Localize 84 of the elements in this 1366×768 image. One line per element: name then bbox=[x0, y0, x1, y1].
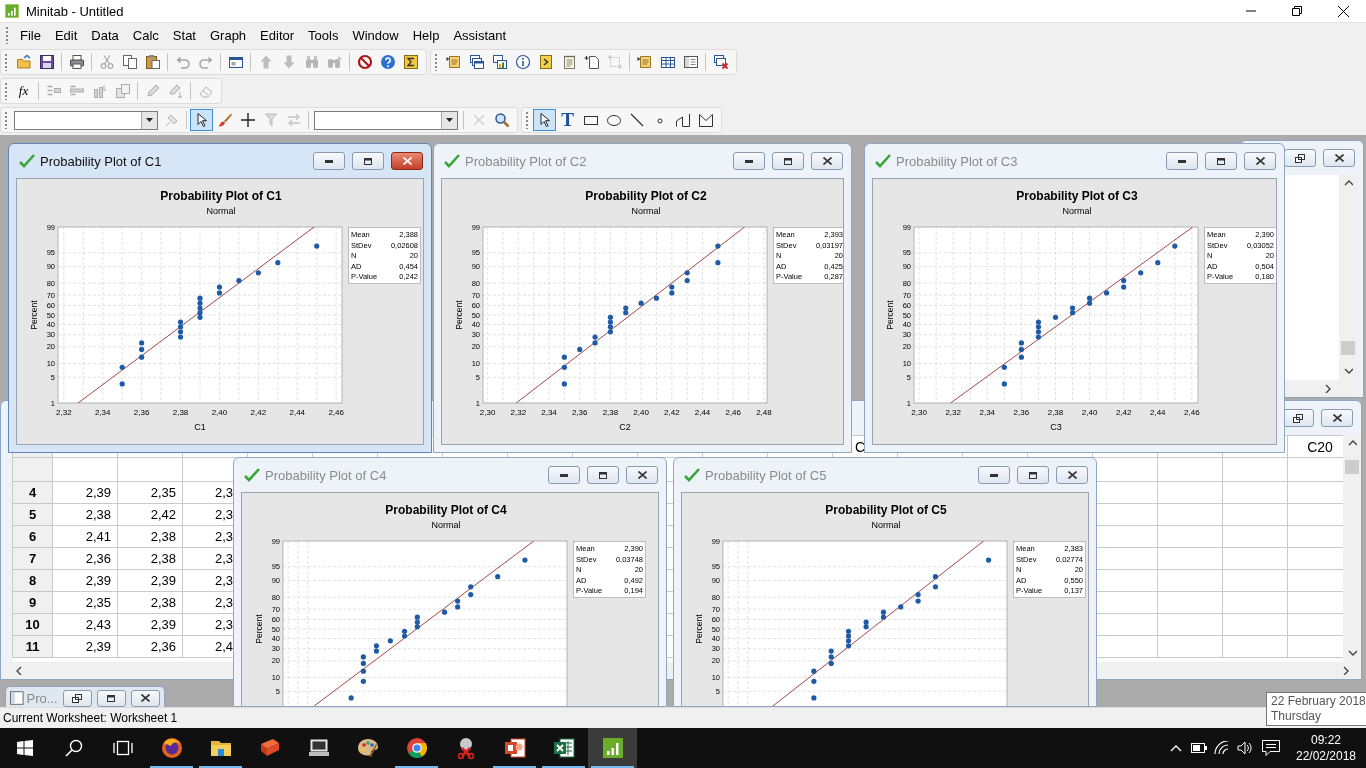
menu-item[interactable]: Calc bbox=[125, 25, 166, 45]
x-tick-label: 2,38 bbox=[172, 408, 189, 417]
clock[interactable]: 09:22 22/02/2018 bbox=[1286, 728, 1366, 768]
x-tick-label: 2,40 bbox=[633, 408, 649, 417]
x-tick-label: 2,44 bbox=[694, 408, 711, 417]
x-tick-label: 2,48 bbox=[756, 408, 772, 417]
menu-item[interactable]: Tools bbox=[301, 25, 346, 45]
menu-item[interactable]: File bbox=[13, 25, 48, 45]
table-cell[interactable]: 2,4 bbox=[215, 639, 234, 654]
x-tick-label: 2,36 bbox=[1013, 408, 1030, 417]
formula-button[interactable]: fx bbox=[12, 80, 35, 102]
x-tick-label: 2,34 bbox=[541, 408, 557, 417]
x-tick-label: 2,44 bbox=[289, 408, 306, 417]
x-tick-label: 2,46 bbox=[328, 408, 344, 417]
chart-title: Probability Plot of C1 bbox=[160, 189, 282, 203]
table-cell[interactable]: 2,3 bbox=[215, 551, 234, 566]
row-number[interactable]: 6 bbox=[28, 529, 37, 544]
x-tick-label: 2,46 bbox=[725, 408, 741, 417]
tooltip-text: Thursday bbox=[1271, 709, 1323, 724]
x-axis-label: C2 bbox=[619, 422, 631, 432]
menu-item[interactable]: Help bbox=[405, 25, 447, 45]
table-cell[interactable]: 2,3 bbox=[215, 573, 234, 588]
x-tick-label: 2,46 bbox=[1184, 408, 1200, 417]
x-tick-label: 2,34 bbox=[979, 408, 996, 417]
x-tick-label: 2,36 bbox=[571, 408, 588, 417]
menu-item[interactable]: Data bbox=[84, 25, 126, 45]
x-tick-label: 2,42 bbox=[250, 408, 267, 417]
table-cell[interactable]: 2,3 bbox=[215, 485, 234, 500]
x-tick-label: 2,38 bbox=[602, 408, 619, 417]
table-cell[interactable]: 2,3 bbox=[215, 507, 234, 522]
y-axis-label: Percent bbox=[454, 300, 464, 330]
row-number[interactable]: 4 bbox=[28, 485, 37, 500]
x-tick-label: 2,40 bbox=[211, 408, 228, 417]
chart-title: Probability Plot of C2 bbox=[585, 189, 707, 203]
x-tick-label: 2,32 bbox=[945, 408, 961, 417]
row-number[interactable]: 7 bbox=[28, 551, 37, 566]
chart-subtitle: Normal bbox=[1062, 206, 1092, 216]
x-axis-label: C1 bbox=[194, 422, 206, 432]
tooltip-text: 22 February 2018 bbox=[1271, 694, 1366, 709]
x-axis-label: C3 bbox=[1050, 422, 1062, 432]
table-cell[interactable]: 2,3 bbox=[215, 617, 234, 632]
x-tick-label: 2,34 bbox=[94, 408, 111, 417]
row-number[interactable]: 8 bbox=[28, 573, 37, 588]
column-header[interactable]: C bbox=[855, 438, 866, 455]
row-number[interactable]: 9 bbox=[28, 595, 37, 610]
y-axis-label: Percent bbox=[694, 614, 704, 644]
x-tick-label: 2,38 bbox=[1047, 408, 1064, 417]
y-axis-label: Percent bbox=[254, 614, 264, 644]
chart-title: Probability Plot of C4 bbox=[385, 503, 507, 517]
text-tool-button[interactable]: T bbox=[556, 109, 579, 131]
y-axis-label: Percent bbox=[885, 300, 895, 330]
menu-item[interactable]: Window bbox=[345, 25, 406, 45]
window-title: Probability Plot of C1 bbox=[40, 153, 163, 169]
x-tick-label: 2,42 bbox=[664, 408, 680, 417]
x-tick-label: 2,32 bbox=[56, 408, 72, 417]
chart-subtitle: Normal bbox=[206, 206, 236, 216]
window-title: Pro... bbox=[26, 690, 58, 706]
y-axis-label: Percent bbox=[29, 300, 39, 330]
x-tick-label: 2,40 bbox=[1081, 408, 1098, 417]
window-title: Probability Plot of C2 bbox=[465, 153, 588, 169]
table-cell[interactable]: 2,3 bbox=[215, 595, 234, 610]
chart-subtitle: Normal bbox=[431, 520, 461, 530]
window-title: Probability Plot of C4 bbox=[265, 467, 388, 483]
window-title: Probability Plot of C3 bbox=[896, 153, 1019, 169]
chart-subtitle: Normal bbox=[871, 520, 901, 530]
x-tick-label: 2,30 bbox=[479, 408, 496, 417]
x-tick-label: 2,36 bbox=[133, 408, 150, 417]
x-tick-label: 2,30 bbox=[911, 408, 927, 417]
menu-item[interactable]: Assistant bbox=[446, 25, 514, 45]
x-tick-label: 2,44 bbox=[1150, 408, 1166, 417]
menu-item[interactable]: Graph bbox=[202, 25, 254, 45]
menu-item[interactable]: Edit bbox=[47, 25, 85, 45]
table-cell[interactable]: 2,3 bbox=[215, 529, 234, 544]
chart-title: Probability Plot of C3 bbox=[1016, 189, 1138, 203]
menu-item[interactable]: Editor bbox=[253, 25, 302, 45]
x-tick-label: 2,42 bbox=[1115, 408, 1132, 417]
status-text: Current Worksheet: Worksheet 1 bbox=[3, 711, 178, 725]
window-title: Probability Plot of C5 bbox=[705, 467, 828, 483]
x-tick-label: 2,32 bbox=[510, 408, 527, 417]
row-number[interactable]: 5 bbox=[28, 507, 37, 522]
menu-item[interactable]: Stat bbox=[165, 25, 203, 45]
chart-subtitle: Normal bbox=[631, 206, 661, 216]
chart-title: Probability Plot of C5 bbox=[825, 503, 947, 517]
app-title: Minitab - Untitled bbox=[26, 3, 125, 19]
